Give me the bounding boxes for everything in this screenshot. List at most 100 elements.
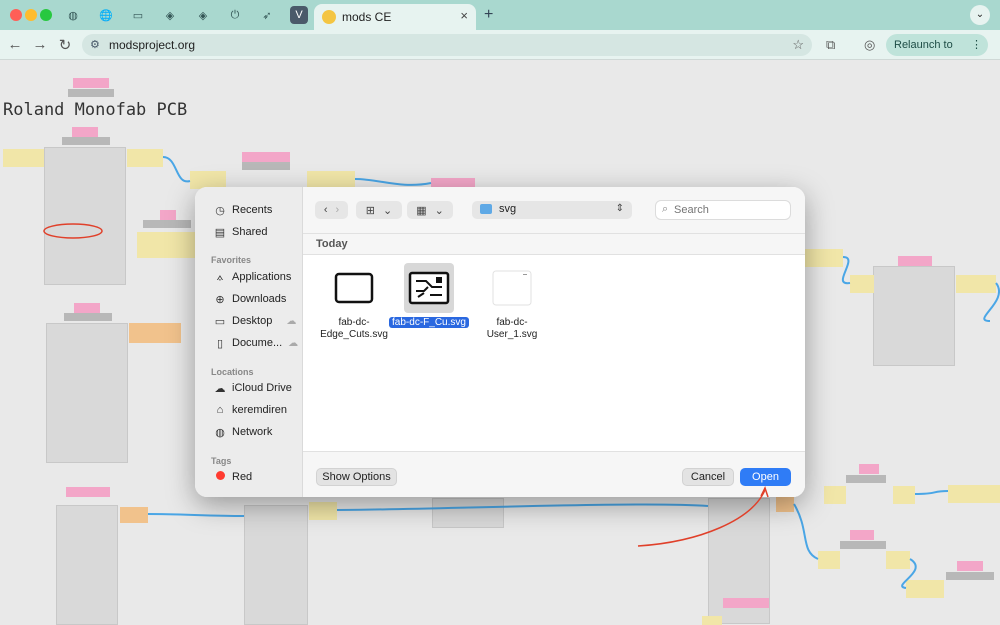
reload-icon[interactable]: ↻ bbox=[56, 36, 74, 54]
address-bar[interactable]: ⚙ modsproject.org ☆ bbox=[82, 34, 812, 56]
sidebar-item-tag-red[interactable]: Red bbox=[213, 468, 252, 486]
tab-mods-ce[interactable]: mods CE × bbox=[314, 4, 476, 30]
sidebar-item-icloud-drive[interactable]: ☁ iCloud Drive bbox=[213, 379, 292, 397]
up-down-chevron-icon: ⇕ bbox=[615, 203, 624, 214]
minimize-window-button[interactable] bbox=[25, 9, 37, 21]
sidebar-item-label: keremdiren bbox=[232, 404, 288, 416]
icloud-status-icon: ☁ bbox=[288, 337, 299, 349]
tab-power-icon[interactable]: ⏻ bbox=[226, 6, 244, 24]
sidebar-item-label: iCloud Drive bbox=[232, 382, 292, 394]
svg-thumbnail-icon bbox=[487, 263, 537, 313]
profile-icon[interactable]: ◎ bbox=[864, 37, 875, 53]
tab-earth-icon[interactable]: 🌐 bbox=[97, 6, 115, 24]
home-icon: ⌂ bbox=[216, 404, 224, 416]
sidebar-item-label: Red bbox=[232, 471, 253, 483]
browser-toolbar: ← → ↻ ⚙ modsproject.org ☆ ⧉ ◎ Relaunch t… bbox=[0, 30, 1000, 73]
red-tag-icon bbox=[213, 471, 227, 483]
sidebar-item-home[interactable]: ⌂ keremdiren bbox=[213, 401, 287, 419]
dialog-main: ‹ › ⊞ ⌄ ▦ ⌄ svg ⇕ ⌕ Today bbox=[303, 187, 805, 497]
dialog-sidebar: ◷ Recents ▤ Shared Favorites ⟑ Applicati… bbox=[195, 187, 303, 497]
chevron-down-icon: ⌄ bbox=[434, 204, 444, 217]
sidebar-item-downloads[interactable]: ⊕ Downloads bbox=[213, 290, 286, 308]
search-icon: ⌕ bbox=[662, 203, 669, 215]
back-arrow-icon[interactable]: ← bbox=[6, 36, 24, 53]
tab-book-icon[interactable]: ▭ bbox=[129, 6, 147, 24]
dialog-footer: Show Options Cancel Open bbox=[303, 451, 805, 497]
file-grid: fab-dc- Edge_Cuts.svg fab-dc-F_Cu.svg fa… bbox=[303, 255, 805, 451]
sidebar-item-label: Docume... bbox=[232, 337, 283, 349]
forward-arrow-icon[interactable]: → bbox=[31, 36, 49, 53]
relaunch-to-update-button[interactable]: Relaunch to update ⋮ bbox=[886, 34, 988, 73]
section-title: Today bbox=[316, 238, 348, 250]
tags-heading: Tags bbox=[211, 456, 232, 466]
document-icon: ▯ bbox=[216, 337, 224, 350]
tab-v-icon[interactable]: V bbox=[290, 6, 308, 24]
file-item-f-cu[interactable]: fab-dc-F_Cu.svg bbox=[389, 263, 469, 329]
tab-globe-icon[interactable]: ◍ bbox=[64, 6, 82, 24]
folder-path-select[interactable]: svg ⇕ bbox=[472, 201, 632, 219]
view-mode-icons-button[interactable]: ⊞ ⌄ bbox=[356, 201, 402, 219]
more-menu-icon[interactable]: ⋮ bbox=[971, 34, 982, 56]
shared-folder-icon: ▤ bbox=[214, 226, 226, 239]
back-chevron-icon[interactable]: ‹ bbox=[324, 204, 328, 216]
file-item-user-1[interactable]: fab-dc- User_1.svg bbox=[472, 263, 552, 341]
download-icon: ⊕ bbox=[215, 293, 225, 306]
desktop-icon: ▭ bbox=[214, 315, 226, 328]
file-name: fab-dc-F_Cu.svg bbox=[389, 317, 469, 329]
chevron-down-icon: ⌄ bbox=[383, 204, 393, 217]
tab-title: mods CE bbox=[342, 10, 392, 24]
forward-chevron-icon[interactable]: › bbox=[336, 204, 340, 216]
tab-box-icon[interactable]: ◈ bbox=[161, 6, 179, 24]
sidebar-item-label: Network bbox=[232, 426, 273, 438]
sidebar-item-documents[interactable]: ▯ Docume... ☁ bbox=[213, 334, 298, 352]
group-grid-icon: ▦ bbox=[416, 204, 427, 217]
new-tab-icon[interactable]: + bbox=[484, 6, 493, 24]
sidebar-item-label: Applications bbox=[232, 271, 292, 283]
mods-favicon-icon bbox=[322, 10, 336, 24]
file-open-dialog: ◷ Recents ▤ Shared Favorites ⟑ Applicati… bbox=[195, 187, 805, 497]
date-section-header: Today bbox=[303, 233, 805, 255]
show-options-button[interactable]: Show Options bbox=[316, 468, 397, 486]
close-window-button[interactable] bbox=[10, 9, 22, 21]
sidebar-item-desktop[interactable]: ▭ Desktop ☁ bbox=[213, 312, 297, 330]
extensions-puzzle-icon[interactable]: ⧉ bbox=[826, 37, 835, 53]
clock-icon: ◷ bbox=[215, 204, 225, 217]
locations-heading: Locations bbox=[211, 367, 254, 377]
tab-cube-icon[interactable]: ◈ bbox=[194, 6, 212, 24]
group-by-button[interactable]: ▦ ⌄ bbox=[407, 201, 453, 219]
browser-tab-bar: ◍ 🌐 ▭ ◈ ◈ ⏻ ➶ V mods CE × + ⌄ bbox=[0, 0, 1000, 30]
tab-close-icon[interactable]: × bbox=[460, 8, 468, 23]
tab-search-chevron-icon[interactable]: ⌄ bbox=[970, 5, 990, 25]
maximize-window-button[interactable] bbox=[40, 9, 52, 21]
sidebar-item-applications[interactable]: ⟑ Applications bbox=[213, 268, 292, 286]
cancel-button[interactable]: Cancel bbox=[682, 468, 734, 486]
globe-icon: ◍ bbox=[215, 426, 225, 439]
folder-icon bbox=[480, 204, 492, 214]
site-info-icon[interactable]: ⚙ bbox=[90, 38, 100, 51]
open-button[interactable]: Open bbox=[740, 468, 791, 486]
url-text: modsproject.org bbox=[109, 38, 196, 52]
svg-thumbnail-icon bbox=[329, 263, 379, 313]
file-name: fab-dc- User_1.svg bbox=[486, 317, 538, 340]
favorites-heading: Favorites bbox=[211, 255, 252, 265]
sidebar-item-label: Recents bbox=[232, 204, 273, 216]
sidebar-item-label: Shared bbox=[232, 226, 268, 238]
bookmark-star-icon[interactable]: ☆ bbox=[792, 37, 804, 53]
folder-name: svg bbox=[499, 203, 517, 215]
cloud-icon: ☁ bbox=[214, 382, 226, 395]
sidebar-item-label: Desktop bbox=[232, 315, 273, 327]
back-forward-buttons[interactable]: ‹ › bbox=[315, 201, 348, 219]
sidebar-item-shared[interactable]: ▤ Shared bbox=[213, 223, 268, 241]
applications-icon: ⟑ bbox=[216, 270, 224, 283]
svg-thumbnail-icon bbox=[404, 263, 454, 313]
sidebar-item-label: Downloads bbox=[232, 293, 287, 305]
grid-view-icon: ⊞ bbox=[365, 204, 375, 217]
search-field[interactable]: ⌕ bbox=[655, 200, 791, 220]
sidebar-item-network[interactable]: ◍ Network bbox=[213, 423, 272, 441]
file-name: fab-dc- Edge_Cuts.svg bbox=[320, 317, 388, 340]
tab-rocket-icon[interactable]: ➶ bbox=[258, 6, 276, 24]
file-item-edge-cuts[interactable]: fab-dc- Edge_Cuts.svg bbox=[314, 263, 394, 341]
sidebar-item-recents[interactable]: ◷ Recents bbox=[213, 201, 272, 219]
icloud-status-icon: ☁ bbox=[286, 315, 297, 327]
search-input[interactable] bbox=[674, 203, 784, 217]
